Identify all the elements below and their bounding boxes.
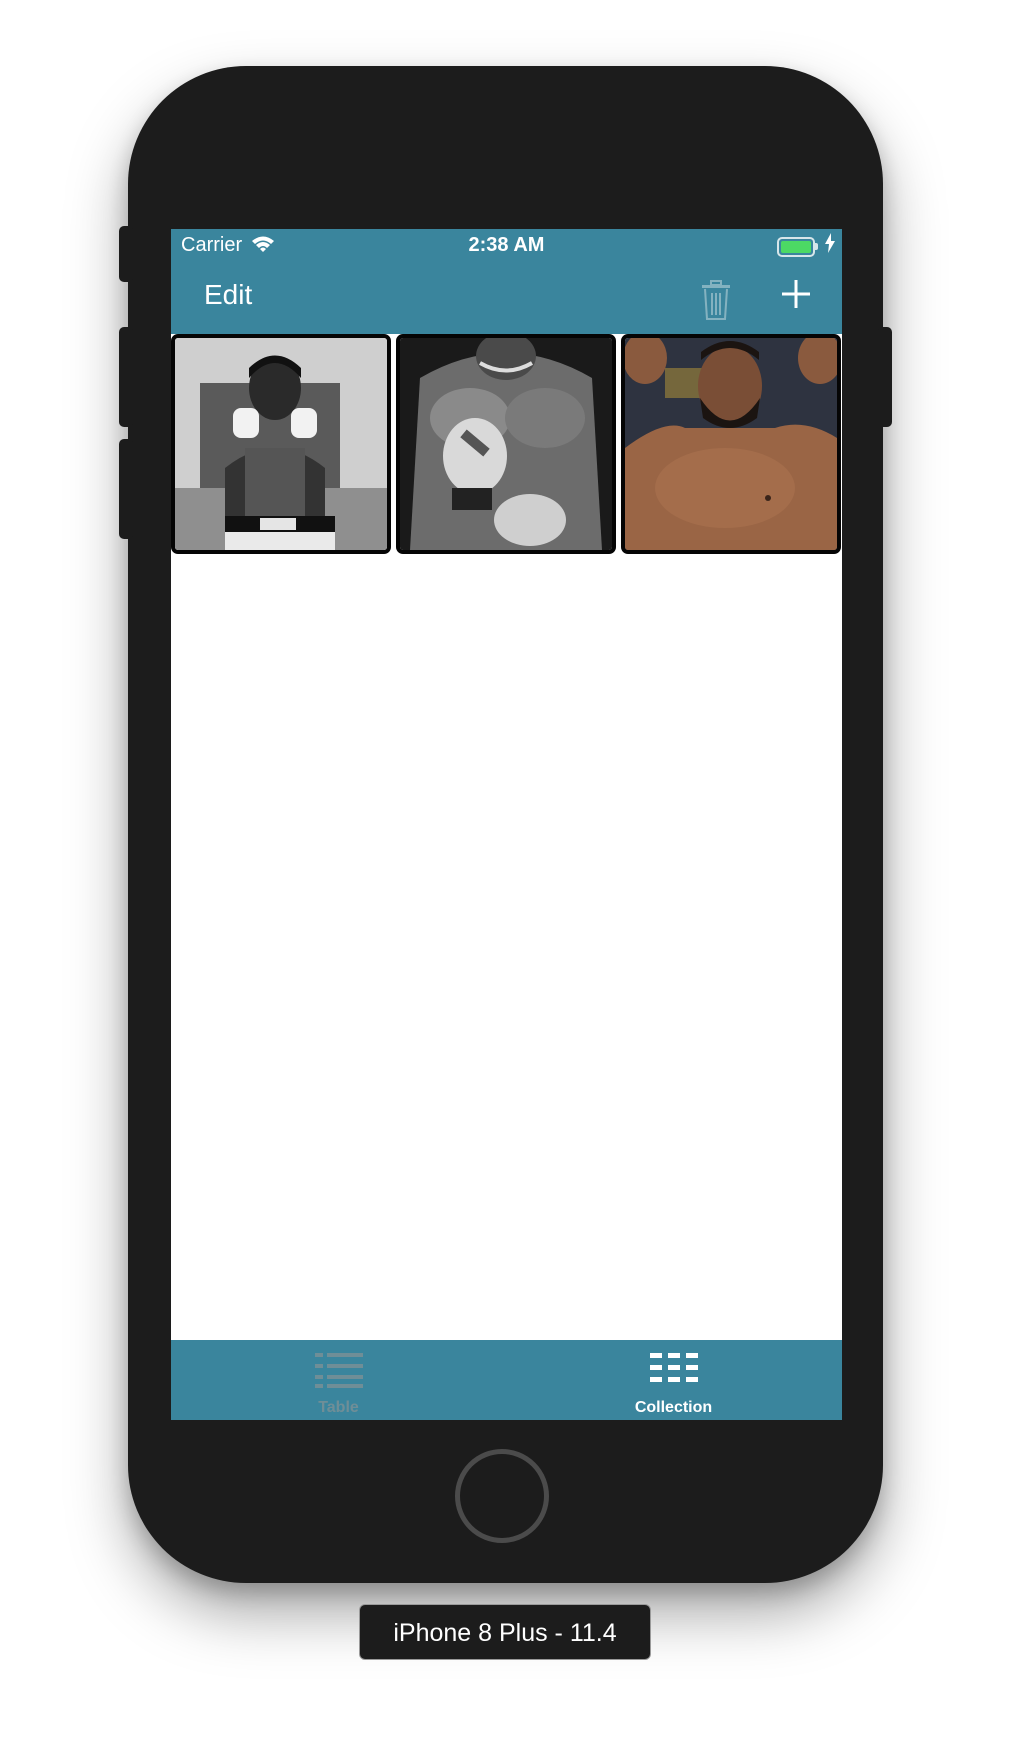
- tab-label-table: Table: [318, 1399, 359, 1416]
- status-bar: Carrier 2:38 AM: [171, 229, 842, 267]
- top-bar: Carrier 2:38 AM Edit: [171, 229, 842, 334]
- fighter-photo-image: [625, 338, 837, 550]
- volume-up-button: [119, 327, 133, 427]
- navigation-bar: Edit: [171, 267, 842, 334]
- collection-item-photo-3[interactable]: [621, 334, 841, 554]
- plus-icon[interactable]: [781, 279, 811, 314]
- tab-table[interactable]: Table: [171, 1340, 506, 1420]
- tab-label-collection: Collection: [634, 1399, 713, 1416]
- power-button: [878, 327, 892, 427]
- app-screen: Carrier 2:38 AM Edit Table Collection: [171, 229, 842, 1420]
- boxer-gloves-photo-image: [400, 338, 612, 550]
- grid-icon: [650, 1352, 698, 1393]
- volume-down-button: [119, 439, 133, 539]
- trash-icon[interactable]: [701, 280, 731, 325]
- charging-bolt-icon: [824, 233, 836, 259]
- battery-tip: [815, 243, 818, 250]
- tab-collection[interactable]: Collection: [506, 1340, 841, 1420]
- device-label: iPhone 8 Plus - 11.4: [359, 1604, 651, 1660]
- collection-item-photo-2[interactable]: [396, 334, 616, 554]
- home-button[interactable]: [455, 1449, 549, 1543]
- status-time: 2:38 AM: [468, 234, 545, 256]
- edit-button[interactable]: Edit: [204, 279, 252, 311]
- mute-switch: [119, 226, 133, 282]
- battery-icon: [777, 237, 815, 257]
- boxer-photo-image: [175, 338, 387, 550]
- collection-item-photo-1[interactable]: [171, 334, 391, 554]
- tab-bar: Table Collection: [171, 1340, 842, 1420]
- battery-level: [781, 241, 811, 253]
- collection-grid: [171, 334, 842, 554]
- list-icon: [315, 1352, 363, 1393]
